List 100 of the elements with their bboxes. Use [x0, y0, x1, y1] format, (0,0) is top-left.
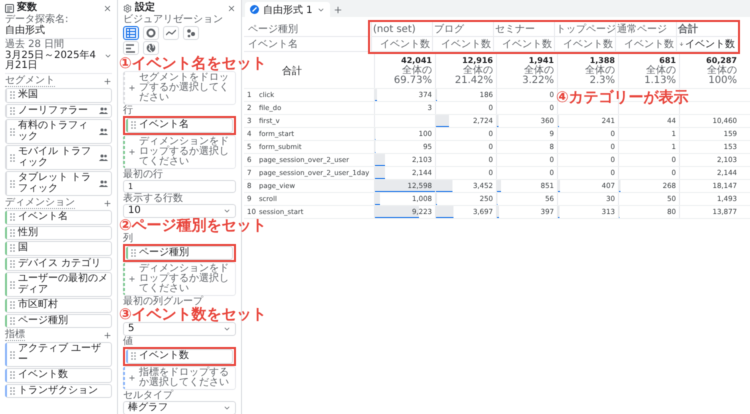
- variable-chip[interactable]: デバイス カテゴリ: [5, 256, 112, 271]
- variable-chip[interactable]: 国: [5, 241, 112, 256]
- metric-label: イベント数: [624, 38, 674, 51]
- variable-chip[interactable]: イベント数: [5, 368, 112, 382]
- variable-chip[interactable]: ノーリファラー: [5, 104, 112, 118]
- total-value: 42,041: [401, 56, 432, 65]
- drop-zone[interactable]: ディメンションをドロップするか選択してください: [123, 262, 236, 296]
- variables-icon: [5, 4, 14, 12]
- annotation-text: ③イベント数をセット: [119, 307, 267, 322]
- add-icon: [128, 84, 136, 92]
- drag-handle-icon: [10, 386, 15, 395]
- metric-label: イベント数: [502, 38, 552, 51]
- variable-chip[interactable]: トランザクション: [5, 384, 112, 398]
- dropdown[interactable]: 棒グラフ: [123, 400, 236, 414]
- variable-chip[interactable]: ページ種別: [126, 246, 233, 260]
- variable-chip[interactable]: 有料のトラフィック: [5, 119, 112, 144]
- date-range[interactable]: 3月25日～2025年4月21日: [5, 51, 102, 71]
- share-text: 全体の 2.3%: [584, 66, 615, 86]
- dropdown[interactable]: 5: [123, 322, 236, 336]
- exploration-name[interactable]: 自由形式: [5, 26, 112, 36]
- report-tab[interactable]: 自由形式 1: [245, 2, 330, 17]
- drag-handle-icon: [10, 128, 15, 136]
- variable-chip[interactable]: ページ種別: [5, 314, 112, 328]
- drag-handle-icon: [10, 106, 15, 115]
- variable-chip[interactable]: イベント数: [126, 349, 233, 364]
- total-label: 合計: [282, 64, 302, 78]
- add-icon[interactable]: [103, 331, 112, 340]
- section-title: ディメンション: [5, 198, 75, 209]
- variable-chip[interactable]: 米国: [5, 88, 112, 102]
- donut-icon: [146, 28, 156, 38]
- field-label: 最初の行: [123, 170, 164, 180]
- annotation-text: ②ページ種別をセット: [119, 218, 267, 232]
- close-icon[interactable]: [227, 4, 236, 12]
- field-label: 列: [123, 234, 134, 244]
- sort-arrow-icon: [679, 40, 684, 48]
- field-label: 表示する行数: [123, 194, 184, 204]
- metric-header[interactable]: イベント数: [676, 37, 737, 52]
- column-header: 通常ページ: [615, 22, 676, 37]
- field-label: セルタイプ: [123, 390, 174, 400]
- add-icon[interactable]: [103, 77, 112, 86]
- metric-label: イベント数: [563, 38, 613, 51]
- variable-chip[interactable]: モバイル トラフィック: [5, 145, 112, 170]
- input-field[interactable]: 1: [123, 180, 236, 192]
- column-header: 合計: [676, 22, 737, 37]
- column-header: (not set): [371, 22, 432, 37]
- metric-header[interactable]: イベント数: [493, 37, 554, 52]
- drop-zone[interactable]: セグメントをドロップするか選択してください: [123, 71, 236, 105]
- variable-chip[interactable]: アクティブ ユーザー: [5, 342, 112, 367]
- field-label: 値: [123, 337, 134, 347]
- variable-chip[interactable]: 市区町村: [5, 298, 112, 312]
- panel-title: 設定: [135, 3, 155, 13]
- section-title: 指標: [5, 330, 25, 341]
- metric-header[interactable]: イベント数: [371, 37, 432, 52]
- panel-title: 変数: [17, 3, 37, 13]
- dropdown[interactable]: 10: [123, 204, 236, 218]
- variable-chip[interactable]: 性別: [5, 226, 112, 240]
- visualization-option[interactable]: [123, 26, 139, 40]
- share-text: 全体の 3.22%: [521, 66, 554, 86]
- metric-label: イベント数: [441, 38, 491, 51]
- add-icon: [128, 148, 136, 156]
- share-text: 全体の 100%: [706, 66, 737, 86]
- share-text: 全体の 69.73%: [392, 66, 432, 86]
- drag-handle-icon: [10, 280, 15, 288]
- drag-handle-icon: [10, 91, 15, 100]
- field-label: ビジュアリゼーション: [123, 15, 224, 25]
- add-icon: [332, 4, 343, 14]
- variable-chip[interactable]: イベント名: [126, 118, 233, 132]
- drag-handle-icon: [131, 121, 136, 130]
- field-label: 最初の列グループ: [123, 297, 204, 307]
- drag-handle-icon: [10, 301, 15, 310]
- column-header: イベント名: [244, 37, 368, 52]
- variable-chip[interactable]: タブレット トラフィック: [5, 171, 112, 196]
- field-label: データ探索名:: [5, 15, 70, 25]
- total-value: 12,916: [462, 56, 493, 65]
- line-chart-icon: [166, 29, 176, 37]
- metric-header[interactable]: イベント数: [432, 37, 493, 52]
- annotation-text: ④カテゴリーが表示: [556, 90, 689, 105]
- variable-chip[interactable]: イベント名: [5, 210, 112, 224]
- drop-zone[interactable]: 指標をドロップするか選択してください: [123, 366, 236, 390]
- column-header: ページ種別: [244, 22, 368, 37]
- metric-header[interactable]: イベント数: [554, 37, 615, 52]
- add-icon: [128, 374, 136, 382]
- close-icon[interactable]: [103, 4, 112, 12]
- bar-chart-icon: [126, 44, 136, 52]
- drag-handle-icon: [10, 180, 15, 188]
- drop-zone[interactable]: ディメンションをドロップするか選択してください: [123, 134, 236, 168]
- people-icon: [99, 128, 108, 135]
- metric-header[interactable]: イベント数: [615, 37, 676, 52]
- add-icon: [128, 275, 136, 283]
- settings-icon: [123, 4, 132, 12]
- variable-chip[interactable]: ユーザーの最初のメディア: [5, 272, 112, 297]
- total-value: 681: [659, 56, 676, 65]
- add-icon[interactable]: [103, 199, 112, 208]
- column-header: ブログ: [432, 22, 493, 37]
- column-header: セミナー: [493, 22, 554, 37]
- date-range-label: 過去 28 日間: [5, 40, 66, 50]
- total-value: 1,388: [590, 56, 615, 65]
- edit-icon: [250, 5, 259, 14]
- section-title: セグメント: [5, 76, 55, 87]
- metric-label: イベント数: [685, 38, 735, 51]
